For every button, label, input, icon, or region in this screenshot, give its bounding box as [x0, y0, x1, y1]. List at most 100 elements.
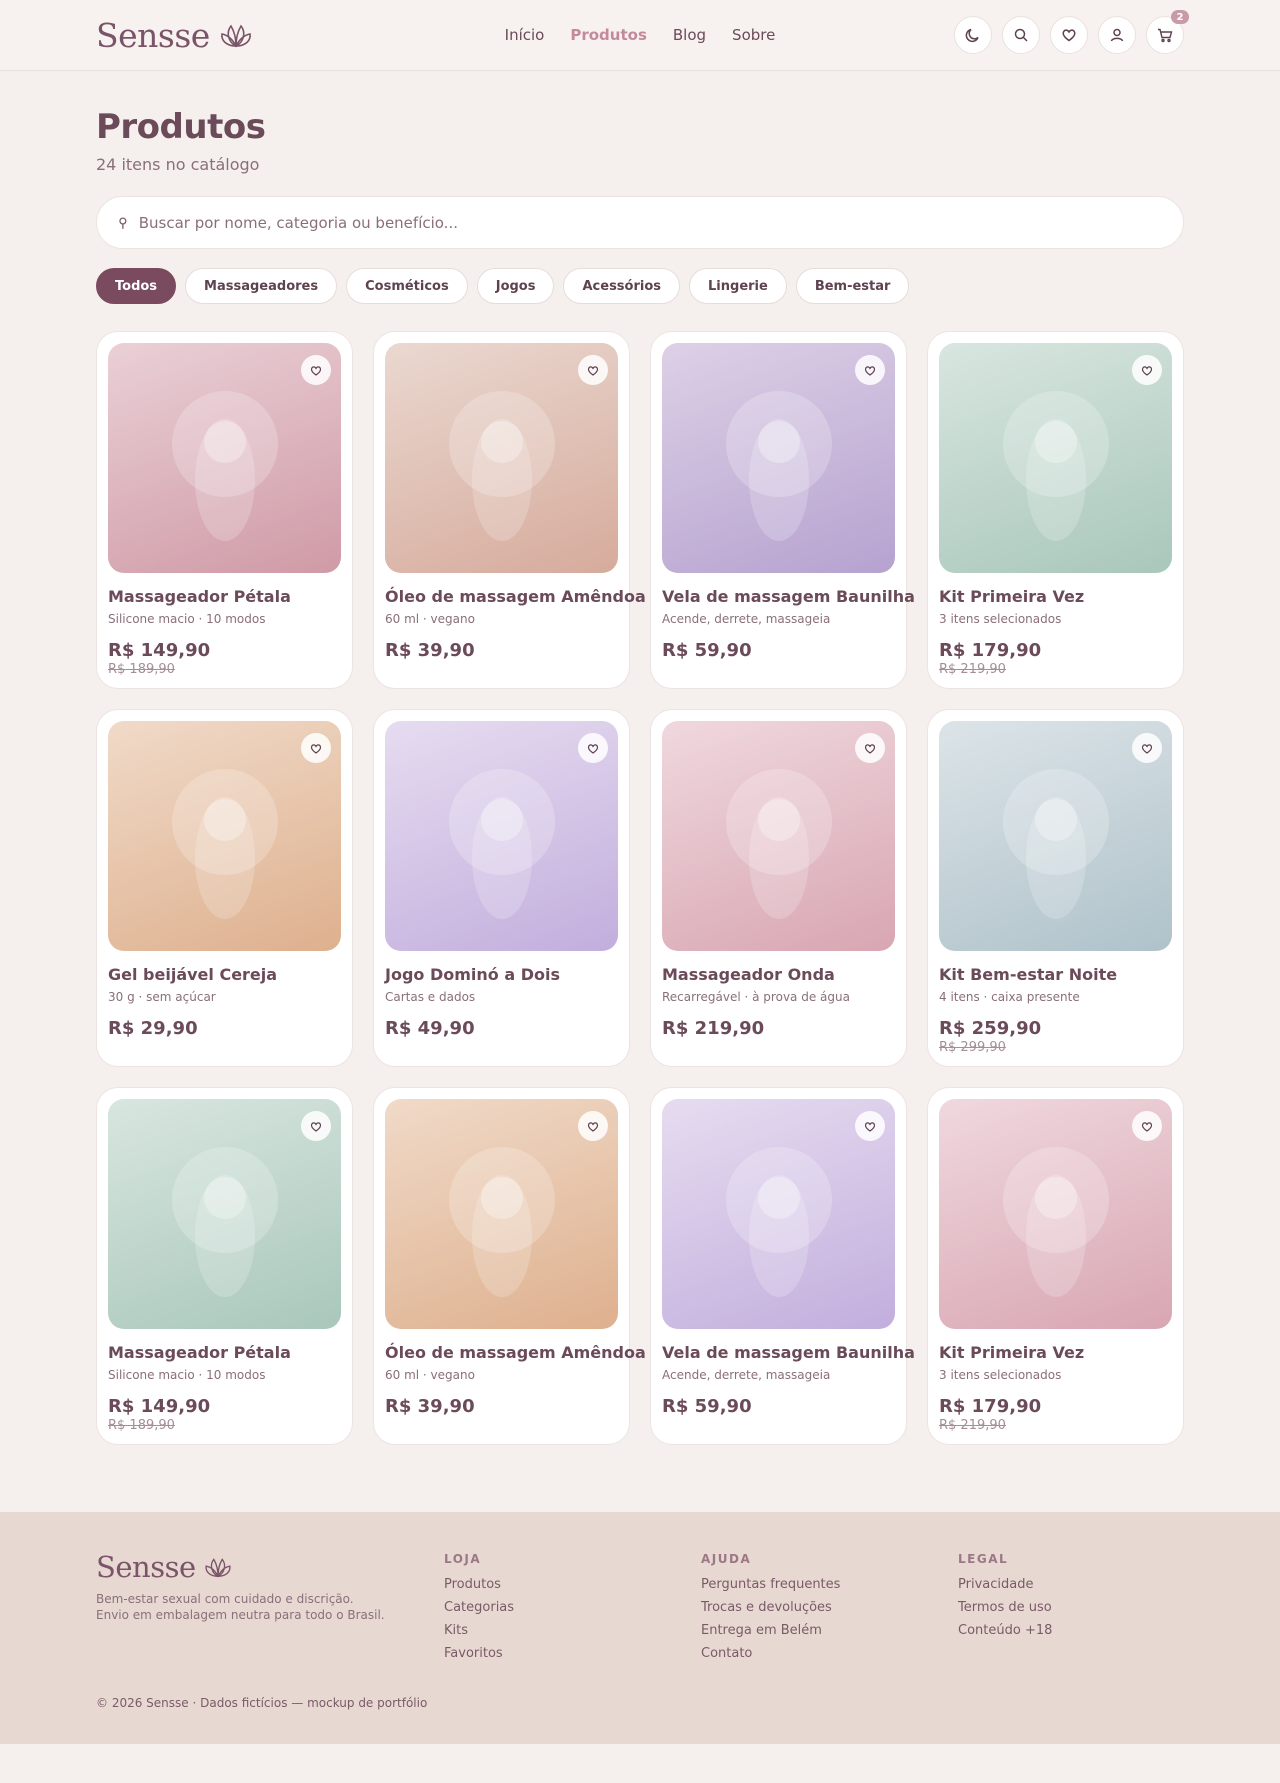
product-image[interactable] [939, 1099, 1172, 1329]
product-card[interactable]: Óleo de massagem Amêndoa 60 ml · vegano R$… [373, 331, 646, 689]
footer-column-title: LEGAL [958, 1552, 1009, 1566]
nav-item-produtos[interactable]: Produtos [570, 26, 647, 44]
heart-icon [864, 743, 876, 754]
favorite-button[interactable] [855, 1111, 885, 1141]
product-card[interactable]: Vela de massagem Baunilha Acende, derrete… [650, 1087, 915, 1445]
footer-column-ajuda: AJUDA Perguntas frequentes Trocas e devo… [701, 1552, 840, 1669]
favorite-button[interactable] [855, 733, 885, 763]
footer-link[interactable]: Categorias [444, 1600, 514, 1623]
copyright: © 2026 Sensse · Dados fictícios — mockup… [96, 1696, 428, 1710]
footer-logo[interactable]: Sensse [96, 1550, 232, 1584]
filter-chip-todos[interactable]: Todos [96, 268, 177, 304]
footer-link[interactable]: Kits [444, 1623, 514, 1646]
product-price: R$ 219,90 [662, 1018, 765, 1039]
product-price: R$ 179,90 [939, 1396, 1042, 1417]
footer-link[interactable]: Termos de uso [958, 1600, 1052, 1623]
favorite-button[interactable] [855, 355, 885, 385]
product-card[interactable]: Massageador Pétala Silicone macio · 10 mo… [96, 1087, 353, 1445]
location-pin-icon [119, 216, 127, 229]
product-name[interactable]: Kit Primeira Vez [939, 587, 1172, 606]
product-price: R$ 49,90 [385, 1018, 475, 1039]
favorite-button[interactable] [578, 733, 608, 763]
product-image[interactable] [662, 343, 895, 573]
product-name[interactable]: Massageador Onda [662, 965, 895, 984]
product-image[interactable] [939, 721, 1172, 951]
footer-link[interactable]: Contato [701, 1646, 840, 1669]
filter-chip-bem-estar[interactable]: Bem-estar [795, 268, 910, 304]
search-button[interactable] [1002, 16, 1040, 54]
product-grid: Massageador Pétala Silicone macio · 10 mo… [96, 331, 1184, 1445]
brand-logo[interactable]: Sensse [96, 16, 252, 55]
heart-icon [310, 1121, 322, 1132]
product-card[interactable]: Óleo de massagem Amêndoa 60 ml · vegano R$… [373, 1087, 646, 1445]
product-card[interactable]: Kit Primeira Vez 3 itens selecionados R$ 1… [927, 1087, 1184, 1445]
favorite-button[interactable] [301, 1111, 331, 1141]
product-name[interactable]: Vela de massagem Baunilha [662, 587, 915, 606]
heart-icon [310, 365, 322, 376]
lotus-icon [220, 24, 251, 48]
product-name[interactable]: Óleo de massagem Amêndoa [385, 1343, 646, 1362]
product-card[interactable]: Massageador Pétala Silicone macio · 10 mo… [96, 331, 353, 689]
product-name[interactable]: Massageador Pétala [108, 587, 341, 606]
product-card[interactable]: Jogo Dominó a Dois Cartas e dados R$ 49,90 [373, 709, 630, 1067]
product-old-price: R$ 299,90 [939, 1040, 1006, 1055]
product-card[interactable]: Vela de massagem Baunilha Acende, derrete… [650, 331, 915, 689]
favorites-button[interactable] [1050, 16, 1088, 54]
footer-link[interactable]: Conteúdo +18 [958, 1623, 1052, 1646]
product-image[interactable] [662, 1099, 895, 1329]
footer-column-loja: LOJA Produtos Categorias Kits Favoritos [444, 1552, 514, 1669]
footer-link[interactable]: Entrega em Belém [701, 1623, 840, 1646]
favorite-button[interactable] [578, 355, 608, 385]
product-name[interactable]: Vela de massagem Baunilha [662, 1343, 915, 1362]
product-image[interactable] [939, 343, 1172, 573]
product-image[interactable] [108, 721, 341, 951]
account-button[interactable] [1098, 16, 1136, 54]
filter-chip-massageadores[interactable]: Massageadores [185, 268, 338, 304]
favorite-button[interactable] [1132, 1111, 1162, 1141]
footer-link[interactable]: Perguntas frequentes [701, 1577, 840, 1600]
filter-chip-acessorios[interactable]: Acessórios [563, 268, 681, 304]
product-image[interactable] [385, 721, 618, 951]
footer-brand-name: Sensse [96, 1550, 196, 1584]
nav-item-sobre[interactable]: Sobre [732, 26, 775, 44]
product-placeholder-shape [1034, 799, 1077, 841]
product-name[interactable]: Kit Bem-estar Noite [939, 965, 1172, 984]
user-icon [1110, 28, 1124, 42]
favorite-button[interactable] [301, 733, 331, 763]
filter-chip-cosmeticos[interactable]: Cosméticos [346, 268, 468, 304]
product-name[interactable]: Óleo de massagem Amêndoa [385, 587, 646, 606]
product-card[interactable]: Gel beijável Cereja 30 g · sem açúcar R$ 2… [96, 709, 353, 1067]
favorite-button[interactable] [578, 1111, 608, 1141]
product-old-price: R$ 219,90 [939, 1418, 1006, 1433]
product-card[interactable]: Kit Primeira Vez 3 itens selecionados R$ 1… [927, 331, 1184, 689]
product-image[interactable] [385, 343, 618, 573]
cart-button[interactable]: 2 [1146, 10, 1189, 54]
footer-link[interactable]: Privacidade [958, 1577, 1052, 1600]
product-image[interactable] [108, 343, 341, 573]
search-input[interactable] [138, 213, 1163, 232]
product-image[interactable] [662, 721, 895, 951]
product-name[interactable]: Kit Primeira Vez [939, 1343, 1172, 1362]
product-image[interactable] [385, 1099, 618, 1329]
footer-link[interactable]: Favoritos [444, 1646, 514, 1669]
favorite-button[interactable] [1132, 733, 1162, 763]
product-description: Cartas e dados [385, 990, 476, 1004]
product-old-price: R$ 189,90 [108, 1418, 175, 1433]
nav-item-inicio[interactable]: Início [505, 26, 545, 44]
product-name[interactable]: Gel beijável Cereja [108, 965, 341, 984]
favorite-button[interactable] [301, 355, 331, 385]
favorite-button[interactable] [1132, 355, 1162, 385]
product-card[interactable]: Kit Bem-estar Noite 4 itens · caixa prese… [927, 709, 1184, 1067]
filter-chip-jogos[interactable]: Jogos [476, 268, 555, 304]
nav-item-blog[interactable]: Blog [673, 26, 706, 44]
product-name[interactable]: Massageador Pétala [108, 1343, 341, 1362]
product-price: R$ 149,90 [108, 640, 211, 661]
product-price: R$ 39,90 [385, 1396, 475, 1417]
product-name[interactable]: Jogo Dominó a Dois [385, 965, 618, 984]
filter-chip-lingerie[interactable]: Lingerie [689, 268, 787, 304]
theme-toggle-button[interactable] [954, 16, 992, 54]
footer-link[interactable]: Trocas e devoluções [701, 1600, 840, 1623]
product-card[interactable]: Massageador Onda Recarregável · à prova d… [650, 709, 907, 1067]
footer-link[interactable]: Produtos [444, 1577, 514, 1600]
product-image[interactable] [108, 1099, 341, 1329]
